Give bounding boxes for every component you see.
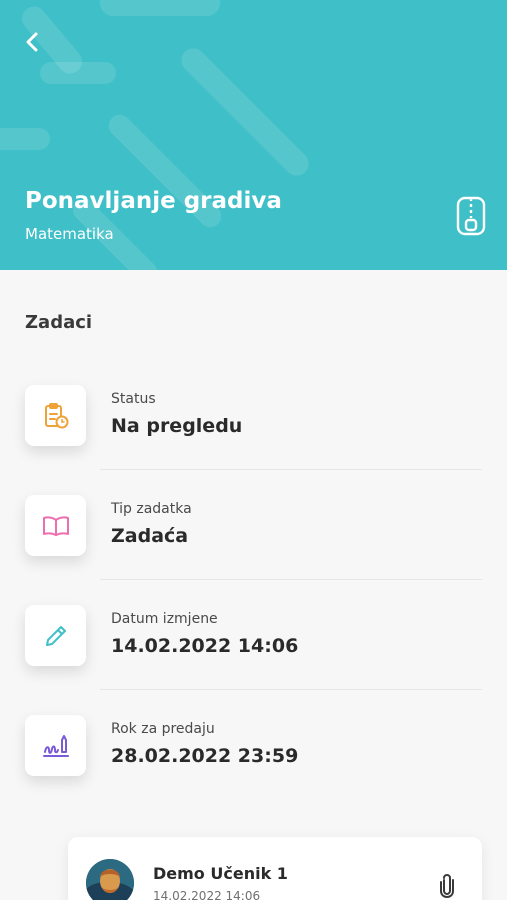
clipboard-clock-icon — [44, 402, 68, 428]
page-title: Ponavljanje gradiva — [25, 188, 282, 214]
divider — [100, 469, 482, 470]
due-date-value: 28.02.2022 23:59 — [111, 745, 299, 767]
detail-row-task-type: Tip zadatka Zadaća — [25, 495, 485, 557]
signature-icon — [42, 734, 69, 757]
modified-date-value: 14.02.2022 14:06 — [111, 635, 299, 657]
due-date-icon-card — [25, 715, 86, 776]
attachment-button[interactable] — [436, 873, 458, 899]
modified-date-label: Datum izmjene — [111, 611, 218, 627]
due-date-label: Rok za predaju — [111, 721, 215, 737]
download-archive-button[interactable] — [455, 196, 487, 236]
paperclip-icon — [440, 873, 454, 899]
task-type-value: Zadaća — [111, 525, 189, 547]
chevron-left-icon — [26, 32, 38, 52]
avatar-portrait-icon — [86, 859, 134, 900]
open-book-icon — [42, 515, 69, 536]
zip-file-icon — [456, 196, 486, 236]
submission-date: 14.02.2022 14:06 — [153, 889, 261, 900]
decorative-shape — [0, 128, 50, 150]
decorative-shape — [176, 43, 314, 181]
decorative-shape — [100, 0, 220, 16]
detail-row-due-date: Rok za predaju 28.02.2022 23:59 — [25, 715, 485, 777]
divider — [100, 689, 482, 690]
header: Ponavljanje gradiva Matematika — [0, 0, 507, 270]
status-label: Status — [111, 391, 156, 407]
status-icon-card — [25, 385, 86, 446]
subject-label: Matematika — [25, 225, 114, 243]
task-type-label: Tip zadatka — [111, 501, 192, 517]
detail-row-modified-date: Datum izmjene 14.02.2022 14:06 — [25, 605, 485, 667]
section-title: Zadaci — [25, 312, 93, 333]
avatar — [86, 859, 134, 900]
detail-row-status: Status Na pregledu — [25, 385, 485, 447]
pencil-icon — [45, 625, 66, 646]
modified-date-icon-card — [25, 605, 86, 666]
student-name: Demo Učenik 1 — [153, 864, 288, 883]
submission-card[interactable]: Demo Učenik 1 14.02.2022 14:06 — [68, 837, 482, 900]
back-button[interactable] — [18, 28, 46, 56]
divider — [100, 579, 482, 580]
status-value: Na pregledu — [111, 415, 243, 437]
task-type-icon-card — [25, 495, 86, 556]
